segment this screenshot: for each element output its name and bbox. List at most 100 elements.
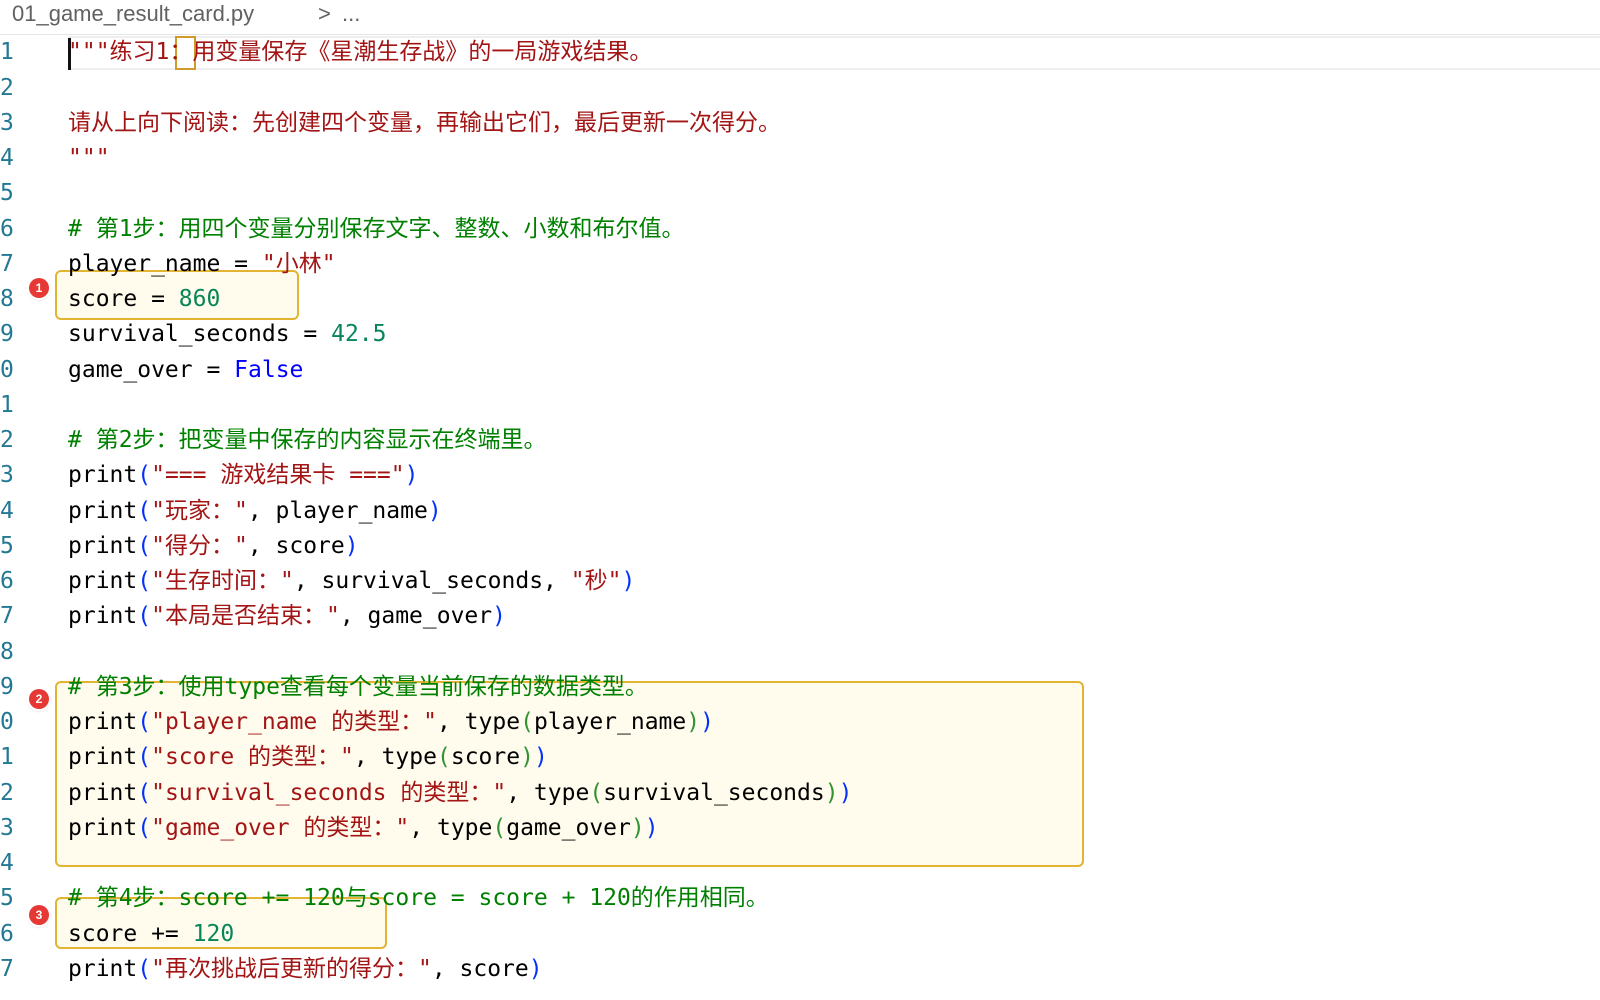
comment-line[interactable]: # 第2步：把变量中保存的内容显示在终端里。 xyxy=(68,422,547,458)
code-line[interactable]: score += 120 xyxy=(68,916,234,952)
code-line[interactable]: print("本局是否结束：", game_over) xyxy=(68,598,506,634)
code-text: , survival_seconds, xyxy=(293,568,571,594)
line-number[interactable]: 7 xyxy=(0,598,14,634)
line-number[interactable]: 6 xyxy=(0,211,14,247)
code-text: print xyxy=(68,709,138,735)
line-number[interactable]: 2 xyxy=(0,775,14,811)
number-literal: 42.5 xyxy=(331,321,387,347)
code-text: , type xyxy=(353,744,437,770)
paren: ) xyxy=(824,780,839,806)
code-line[interactable]: print("game_over 的类型：", type(game_over)) xyxy=(68,810,659,846)
line-number[interactable]: 2 xyxy=(0,422,14,458)
line-number[interactable]: 5 xyxy=(0,880,14,916)
line-number[interactable]: 0 xyxy=(0,704,14,740)
docstring-text: """练习1 xyxy=(68,39,170,65)
code-line[interactable]: print("score 的类型：", type(score)) xyxy=(68,739,548,775)
paren: ) xyxy=(520,744,534,770)
line-number[interactable]: 1 xyxy=(0,387,14,423)
code-line[interactable]: """练习1：用变量保存《星潮生存战》的一局游戏结果。 xyxy=(68,34,652,70)
paren: ) xyxy=(630,815,645,841)
line-number[interactable]: 4 xyxy=(0,493,14,529)
string-literal: "小林" xyxy=(261,251,336,277)
line-number[interactable]: 5 xyxy=(0,528,14,564)
code-text: , type xyxy=(409,815,493,841)
line-number[interactable]: 8 xyxy=(0,634,14,670)
paren: ( xyxy=(137,498,152,524)
line-number[interactable]: 5 xyxy=(0,175,14,211)
code-text: player_name xyxy=(533,709,687,735)
code-line[interactable]: score = 860 xyxy=(68,281,220,317)
chevron-right-icon: > xyxy=(318,1,331,26)
code-line[interactable]: print("player_name 的类型：", type(player_na… xyxy=(68,704,714,740)
code-text: , game_over xyxy=(339,603,493,629)
line-number[interactable]: 1 xyxy=(0,34,14,70)
string-literal: "玩家：" xyxy=(151,498,248,524)
paren: ) xyxy=(621,568,636,594)
paren: ( xyxy=(137,780,152,806)
code-text: print xyxy=(68,462,138,488)
paren: ( xyxy=(137,956,152,982)
line-number[interactable]: 4 xyxy=(0,140,14,176)
line-number[interactable]: 9 xyxy=(0,669,14,705)
comment-line[interactable]: # 第4步：score += 120与score = score + 120的作… xyxy=(68,880,769,916)
breadcrumb-more[interactable]: ... xyxy=(342,0,360,28)
string-literal: "player_name 的类型：" xyxy=(151,709,437,735)
line-number[interactable]: 3 xyxy=(0,105,14,141)
paren: ( xyxy=(137,815,152,841)
code-text: , type xyxy=(436,709,521,735)
paren: ) xyxy=(838,780,853,806)
paren: ( xyxy=(589,780,604,806)
code-text: , score xyxy=(247,533,345,559)
code-line[interactable]: player_name = "小林" xyxy=(68,246,336,282)
line-number[interactable]: 4 xyxy=(0,845,14,881)
docstring-text: ： xyxy=(169,39,193,65)
code-line[interactable]: print("survival_seconds 的类型：", type(surv… xyxy=(68,775,852,811)
code-text: print xyxy=(68,780,138,806)
paren: ) xyxy=(686,709,701,735)
paren: ) xyxy=(528,956,543,982)
code-text: print xyxy=(68,603,138,629)
string-literal: "生存时间：" xyxy=(151,568,294,594)
code-text: game_over xyxy=(506,815,631,841)
paren: ( xyxy=(137,533,152,559)
line-number[interactable]: 3 xyxy=(0,457,14,493)
string-literal: "survival_seconds 的类型：" xyxy=(151,780,507,806)
code-text: , score xyxy=(431,956,529,982)
paren: ) xyxy=(344,533,359,559)
code-text: game_over = xyxy=(68,357,235,383)
string-literal: "秒" xyxy=(570,568,622,594)
string-literal: "得分：" xyxy=(151,533,248,559)
string-literal: "再次挑战后更新的得分：" xyxy=(151,956,432,982)
number-literal: 120 xyxy=(192,921,235,947)
paren: ( xyxy=(520,709,534,735)
line-number[interactable]: 6 xyxy=(0,916,14,952)
line-number[interactable]: 2 xyxy=(0,70,14,106)
line-number[interactable]: 6 xyxy=(0,563,14,599)
breadcrumb-file[interactable]: 01_game_result_card.py xyxy=(12,0,254,28)
code-line[interactable]: print("生存时间：", survival_seconds, "秒") xyxy=(68,563,635,599)
paren: ) xyxy=(404,462,419,488)
code-line[interactable]: print("=== 游戏结果卡 ===") xyxy=(68,457,418,493)
annotation-badge-3: 3 xyxy=(29,905,49,925)
code-text: survival_seconds xyxy=(603,780,825,806)
code-line[interactable]: print("得分：", score) xyxy=(68,528,359,564)
line-number[interactable]: 8 xyxy=(0,281,14,317)
line-number[interactable]: 3 xyxy=(0,810,14,846)
code-line[interactable]: print("玩家：", player_name) xyxy=(68,493,442,529)
code-line[interactable]: print("再次挑战后更新的得分：", score) xyxy=(68,951,543,987)
code-line[interactable]: game_over = False xyxy=(68,352,303,388)
comment-line[interactable]: # 第1步：用四个变量分别保存文字、整数、小数和布尔值。 xyxy=(68,211,685,247)
line-number[interactable]: 7 xyxy=(0,246,14,282)
code-line[interactable]: """ xyxy=(68,140,110,176)
line-number[interactable]: 0 xyxy=(0,352,14,388)
paren: ) xyxy=(427,498,442,524)
line-number[interactable]: 1 xyxy=(0,739,14,775)
comment-line[interactable]: # 第3步：使用type查看每个变量当前保存的数据类型。 xyxy=(68,669,648,705)
code-editor[interactable]: 1 2 3 4 5 6 7 8 9 0 1 2 3 4 5 6 7 8 9 0 … xyxy=(0,36,1600,1000)
code-line[interactable]: 请从上向下阅读：先创建四个变量，再输出它们，最后更新一次得分。 xyxy=(68,105,781,141)
line-number[interactable]: 9 xyxy=(0,316,14,352)
line-number[interactable]: 7 xyxy=(0,951,14,987)
docstring-text: 用变量保存《星潮生存战》的一局游戏结果。 xyxy=(192,39,653,65)
code-text: print xyxy=(68,568,138,594)
code-line[interactable]: survival_seconds = 42.5 xyxy=(68,316,387,352)
